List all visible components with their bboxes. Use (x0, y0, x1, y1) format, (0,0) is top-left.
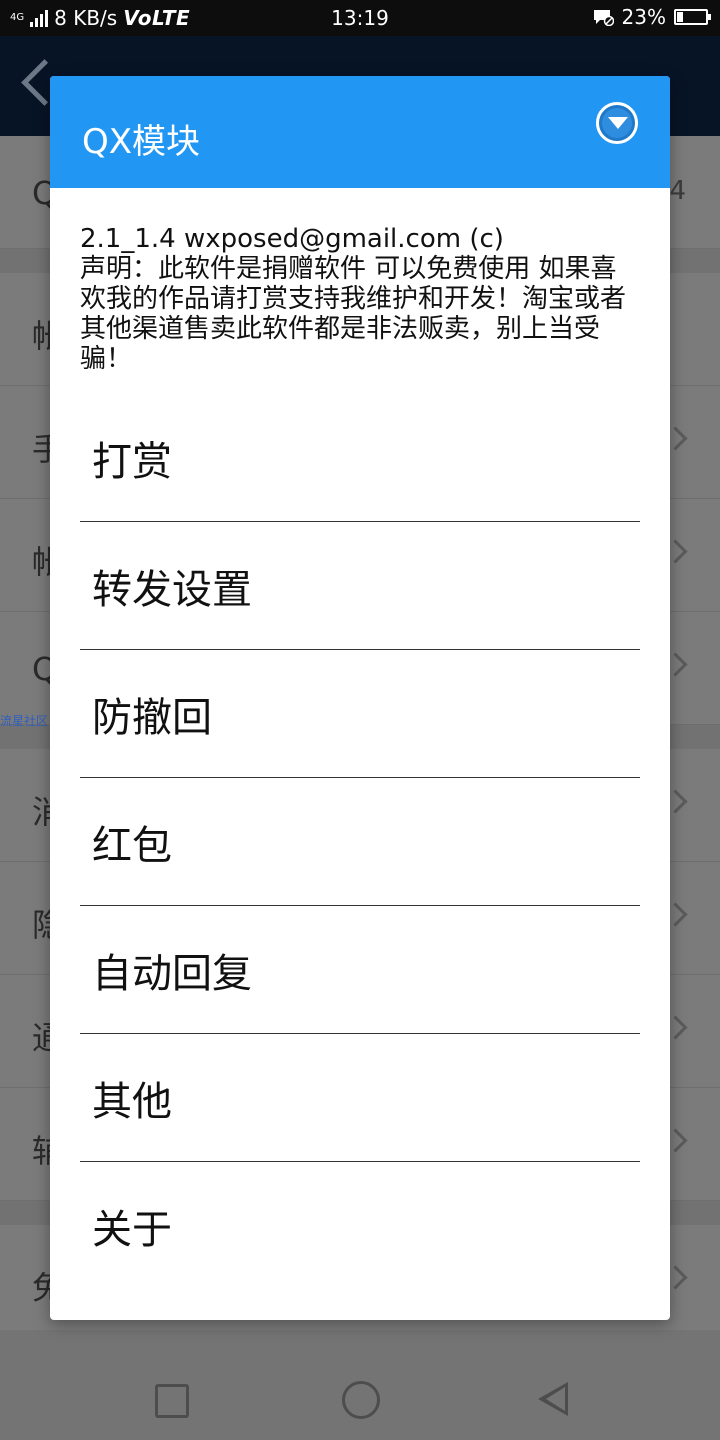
chevron-down-circle-icon[interactable] (596, 102, 638, 144)
back-icon-inner (546, 1387, 565, 1411)
status-bar: 4G 8 KB/s VoLTE 13:19 23% (0, 0, 720, 36)
menu-item-red-packet[interactable]: 红包 (80, 778, 640, 906)
message-muted-icon (593, 10, 614, 26)
menu-item-auto-reply[interactable]: 自动回复 (80, 906, 640, 1034)
watermark-text: 流星社区 (0, 714, 49, 728)
dialog-header: QX模块 (50, 76, 670, 188)
dialog-menu: 打赏 转发设置 防撤回 红包 自动回复 其他 关于 (80, 394, 640, 1290)
battery-icon (674, 9, 711, 25)
dialog-description: 2.1_1.4 wxposed@gmail.com (c) 声明：此软件是捐赠软… (80, 224, 640, 374)
home-icon[interactable] (342, 1381, 380, 1419)
menu-item-reward[interactable]: 打赏 (80, 394, 640, 522)
settings-row-value: 4 (669, 176, 686, 206)
disclaimer-text: 声明：此软件是捐赠软件 可以免费使用 如果喜欢我的作品请打赏支持我维护和开发！淘… (80, 254, 627, 374)
battery-fill (677, 12, 683, 22)
navigation-bar (0, 1330, 720, 1440)
qx-module-dialog: QX模块 2.1_1.4 wxposed@gmail.com (c) 声明：此软… (50, 76, 670, 1320)
menu-item-other[interactable]: 其他 (80, 1034, 640, 1162)
menu-item-forward-settings[interactable]: 转发设置 (80, 522, 640, 650)
version-line: 2.1_1.4 wxposed@gmail.com (c) (80, 224, 504, 254)
battery-percent: 23% (621, 5, 666, 29)
status-right: 23% (592, 5, 711, 29)
dialog-title: QX模块 (82, 122, 201, 162)
menu-item-about[interactable]: 关于 (80, 1162, 640, 1290)
menu-item-anti-recall[interactable]: 防撤回 (80, 650, 640, 778)
recent-apps-icon[interactable] (155, 1384, 189, 1418)
